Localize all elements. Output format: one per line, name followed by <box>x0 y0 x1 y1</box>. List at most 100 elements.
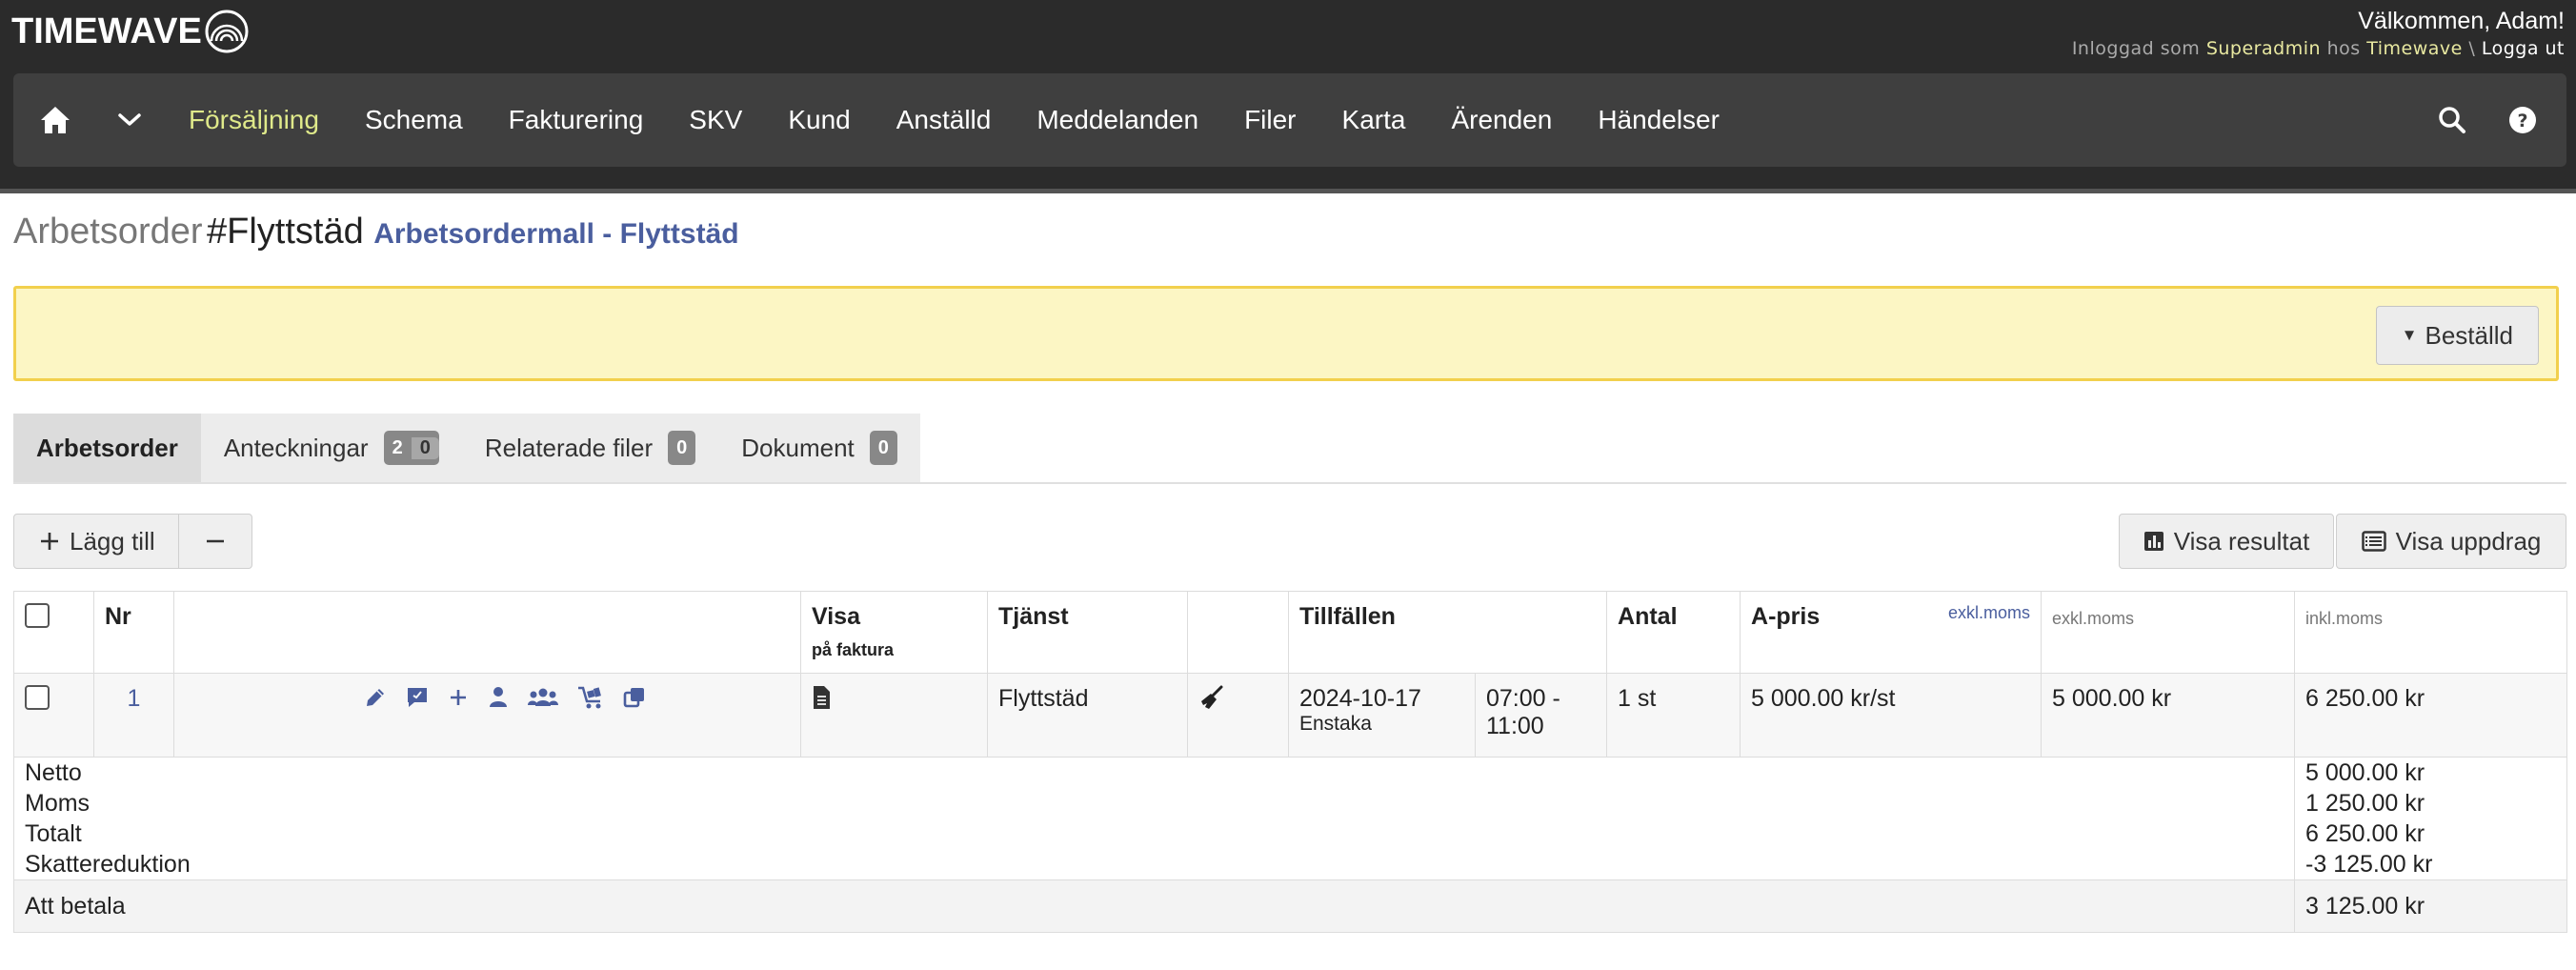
order-items-table: Nr Visa på faktura Tjänst Tillfällen Ant… <box>12 591 2568 933</box>
welcome-text: Välkommen, Adam! <box>2358 8 2565 34</box>
col-nr: Nr <box>105 603 131 630</box>
show-jobs-label: Visa uppdrag <box>2395 526 2542 556</box>
tab-arbetsorder[interactable]: Arbetsorder <box>13 414 201 482</box>
login-prefix: Inloggad som <box>2071 38 2201 59</box>
nav-item-forsaljning[interactable]: Försäljning <box>189 105 319 135</box>
occasion-type: Enstaka <box>1299 713 1372 735</box>
login-company-link[interactable]: Timewave <box>2366 38 2463 59</box>
summary-total-value: 6 250.00 kr <box>2305 820 2425 847</box>
apris-vat-toggle-link[interactable]: exkl.moms <box>1948 603 2030 623</box>
home-icon[interactable] <box>32 97 78 143</box>
amount-due-row: Att betala 3 125.00 kr <box>12 879 2568 933</box>
login-separator: \ <box>2468 38 2476 59</box>
tab-dokument[interactable]: Dokument 0 <box>718 414 920 482</box>
add-button-label: Lägg till <box>70 526 155 556</box>
nav-item-filer[interactable]: Filer <box>1244 105 1296 135</box>
badge-count: 0 <box>877 436 889 458</box>
title-prefix: Arbetsorder <box>13 212 203 252</box>
service-name: Flyttstäd <box>998 685 1089 712</box>
tab-label: Arbetsorder <box>36 433 178 462</box>
group-icon[interactable] <box>527 685 559 710</box>
plus-icon[interactable] <box>447 685 470 710</box>
help-icon[interactable]: ? <box>2500 97 2546 143</box>
search-icon[interactable] <box>2429 97 2475 143</box>
count-badge: 0 <box>869 431 897 465</box>
title-id: #Flyttstäd <box>207 212 364 252</box>
edit-icon[interactable] <box>363 685 388 710</box>
col-tillfallen: Tillfällen <box>1299 603 1396 630</box>
nav-item-handelser[interactable]: Händelser <box>1598 105 1720 135</box>
nav-item-fakturering[interactable]: Fakturering <box>509 105 644 135</box>
timewave-logo[interactable]: TIMEWAVE <box>11 8 250 55</box>
select-all-checkbox[interactable] <box>25 603 50 628</box>
remove-button[interactable] <box>178 514 252 569</box>
col-inkl-moms: inkl.moms <box>2305 609 2384 628</box>
col-apris: A-pris <box>1751 603 1821 630</box>
logout-link[interactable]: Logga ut <box>2482 38 2565 59</box>
copy-icon[interactable] <box>622 685 647 710</box>
list-icon <box>2361 531 2386 552</box>
tab-label: Relaterade filer <box>484 433 654 462</box>
summary-row: Netto Moms Totalt Skattereduktion 5 000.… <box>12 757 2568 880</box>
quantity: 1 st <box>1618 685 1657 712</box>
col-exkl-moms: exkl.moms <box>2052 609 2135 628</box>
status-banner: ▼ Beställd <box>13 286 2559 381</box>
main-navbar: Försäljning Schema Fakturering SKV Kund … <box>13 73 2566 167</box>
nav-item-arenden[interactable]: Ärenden <box>1451 105 1552 135</box>
row-number-link[interactable]: 1 <box>105 685 163 713</box>
tabs-divider <box>13 482 2566 484</box>
add-button[interactable]: Lägg till <box>13 514 179 569</box>
svg-text:?: ? <box>2517 111 2527 131</box>
plus-icon <box>41 533 58 550</box>
count-badge: 20 <box>383 431 439 465</box>
minus-icon <box>207 539 224 543</box>
caret-down-icon: ▼ <box>2401 326 2418 344</box>
nav-item-anstalld[interactable]: Anställd <box>896 105 992 135</box>
template-link[interactable]: Arbetsordermall - Flyttstäd <box>373 218 738 250</box>
count-badge: 0 <box>668 431 696 465</box>
amount-due-label: Att betala <box>25 892 126 919</box>
nav-item-kund[interactable]: Kund <box>788 105 850 135</box>
occasion-time: 07:00 - 11:00 <box>1486 685 1560 739</box>
summary-moms-label: Moms <box>25 790 91 817</box>
login-mid: hos <box>2326 38 2361 59</box>
nav-menu: Försäljning Schema Fakturering SKV Kund … <box>189 105 1765 135</box>
status-dropdown-button[interactable]: ▼ Beställd <box>2375 306 2539 365</box>
top-header: TIMEWAVE Välkommen, Adam! Inloggad som S… <box>0 0 2576 193</box>
col-service-icon <box>1187 591 1289 674</box>
nav-item-schema[interactable]: Schema <box>365 105 463 135</box>
chevron-down-icon[interactable] <box>107 97 152 143</box>
summary-netto-value: 5 000.00 kr <box>2305 759 2425 786</box>
page-title: Arbetsorder #Flyttstäd Arbetsordermall -… <box>13 212 739 253</box>
login-role-link[interactable]: Superadmin <box>2206 38 2321 59</box>
tab-relaterade-filer[interactable]: Relaterade filer 0 <box>462 414 718 482</box>
col-actions <box>173 591 801 674</box>
invoice-document-icon[interactable] <box>812 685 831 710</box>
unit-price: 5 000.00 kr/st <box>1751 685 1896 712</box>
row-action-icons <box>185 685 790 710</box>
nav-item-karta[interactable]: Karta <box>1342 105 1406 135</box>
tab-label: Dokument <box>741 433 855 462</box>
col-tjanst: Tjänst <box>998 603 1069 630</box>
show-result-button[interactable]: Visa resultat <box>2119 514 2334 569</box>
nav-item-skv[interactable]: SKV <box>689 105 742 135</box>
col-antal: Antal <box>1618 603 1678 630</box>
logo-text: TIMEWAVE <box>11 10 202 51</box>
person-icon[interactable] <box>487 685 510 710</box>
summary-skatt-label: Skattereduktion <box>25 851 191 878</box>
col-visa-sub: på faktura <box>812 640 895 659</box>
row-checkbox[interactable] <box>25 685 50 710</box>
nav-item-meddelanden[interactable]: Meddelanden <box>1036 105 1198 135</box>
amount-due-value: 3 125.00 kr <box>2305 892 2425 919</box>
summary-total-label: Totalt <box>25 820 82 847</box>
cart-icon[interactable] <box>576 685 605 710</box>
table-row: 1 Flyttstäd 2024-10-17 Enstaka 07:00 - 1… <box>13 673 2568 758</box>
logo-wave-icon <box>205 10 249 53</box>
badge-count: 0 <box>676 436 688 458</box>
tab-anteckningar[interactable]: Anteckningar 20 <box>201 414 462 482</box>
summary-netto-label: Netto <box>25 759 82 786</box>
show-jobs-button[interactable]: Visa uppdrag <box>2336 514 2566 569</box>
comment-icon[interactable] <box>405 685 430 710</box>
badge-count-secondary: 0 <box>411 436 439 459</box>
tab-label: Anteckningar <box>223 433 369 462</box>
